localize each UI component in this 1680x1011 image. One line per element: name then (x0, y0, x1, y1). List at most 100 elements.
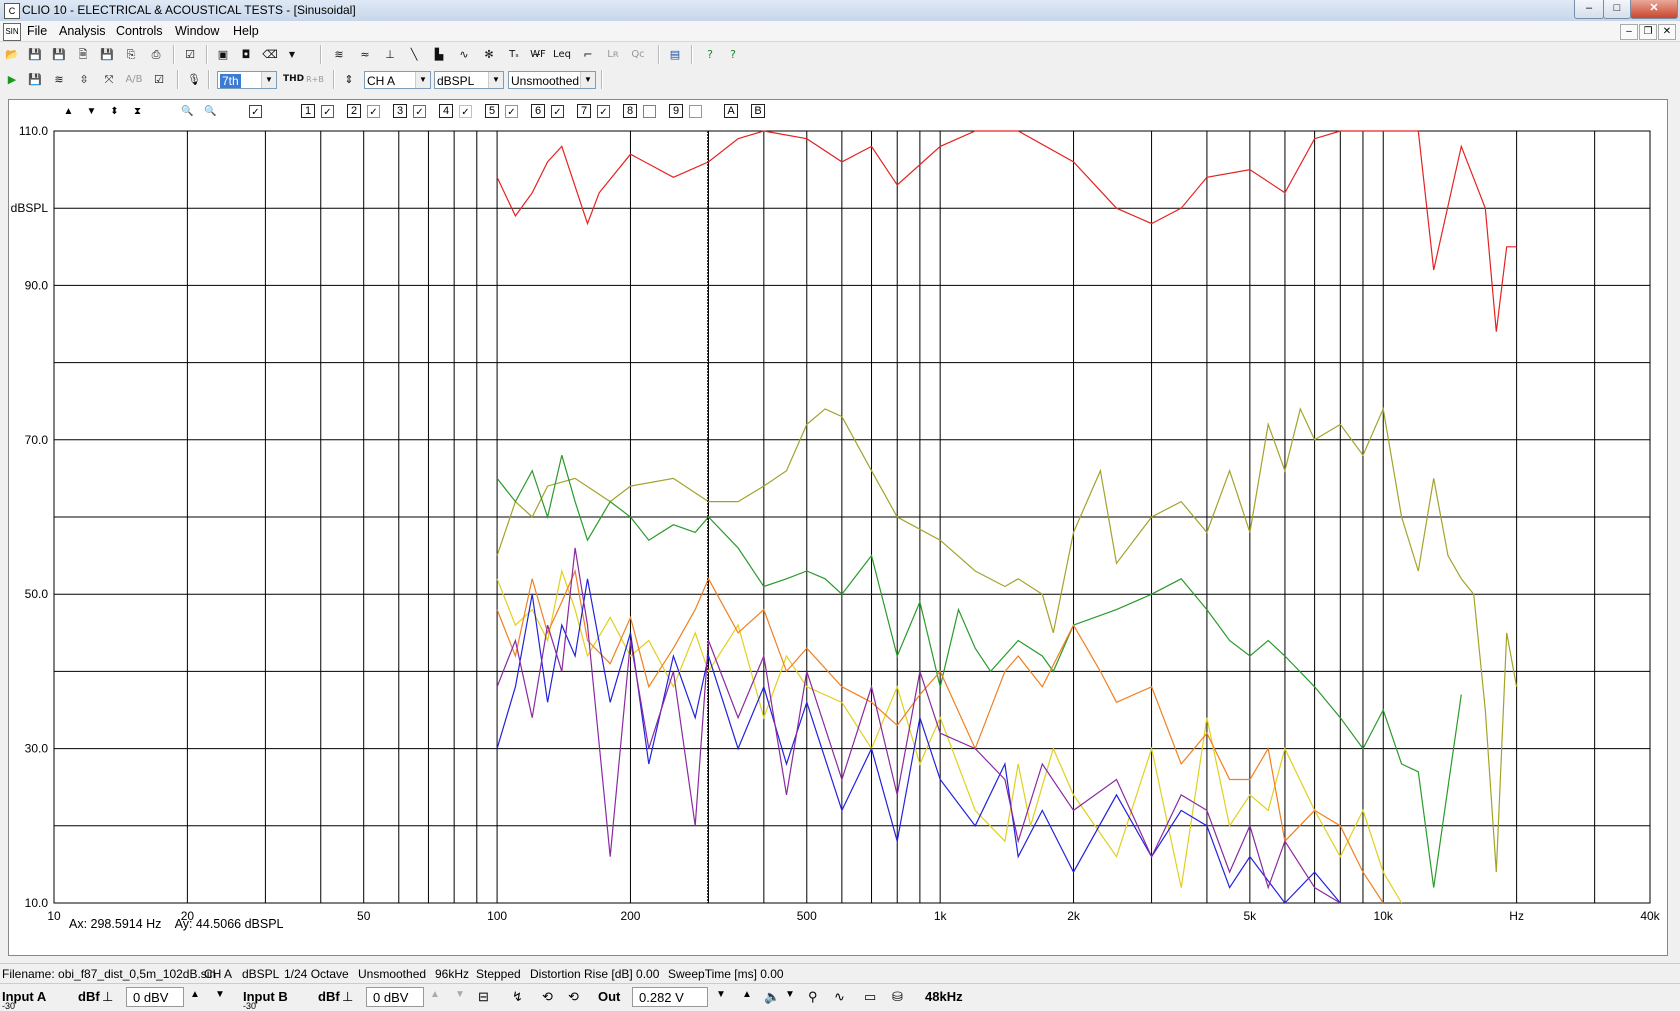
input-a-up-icon[interactable]: ▲ (190, 989, 200, 1000)
multimeter-icon[interactable]: ▤ (666, 46, 684, 63)
help-icon[interactable]: ? (701, 46, 719, 63)
harmonic-select[interactable]: 7th ▼ (217, 71, 277, 89)
cursor-ax: Ax: 298.5914 Hz (69, 917, 162, 931)
rb-button[interactable]: R+B (306, 71, 324, 88)
speaker-icon[interactable]: 🔈 (764, 989, 780, 1005)
mdi-restore-icon[interactable]: ❐ (1639, 24, 1657, 40)
link-inputs-icon[interactable]: ⊟ (478, 989, 489, 1005)
camera-frame-icon[interactable]: ▣ (214, 46, 232, 63)
menu-file[interactable]: File (27, 24, 47, 38)
export-icon[interactable]: 💾 (98, 46, 116, 63)
chevron-down-icon: ▼ (261, 72, 276, 88)
rt60-icon[interactable]: ⌐ (579, 46, 597, 63)
smoothing-select[interactable]: Unsmoothed ▼ (508, 71, 596, 89)
eraser-dropdown-icon[interactable]: ▼ (283, 46, 301, 63)
wow-flutter-icon[interactable]: ✻ (480, 46, 498, 63)
play-icon[interactable]: ▶ (3, 71, 21, 88)
lr-icon[interactable]: Lʀ (604, 46, 622, 63)
generator-icon[interactable]: ⚲ (808, 989, 818, 1005)
x-tick-label: 200 (620, 909, 640, 923)
save-all-icon[interactable]: 🗎 (74, 46, 92, 63)
settings-arrows-icon[interactable]: ⤧ (100, 71, 118, 88)
context-help-icon[interactable]: ? (724, 46, 742, 63)
menu-help[interactable]: Help (233, 24, 259, 38)
sinusoidal-doc-icon[interactable]: SIN (3, 23, 21, 41)
ts-icon[interactable]: Tₛ (505, 46, 523, 63)
input-a-value[interactable]: 0 dBV (126, 987, 184, 1007)
input-b-down-icon[interactable]: ▼ (455, 989, 465, 1000)
input-b-value[interactable]: 0 dBV (366, 987, 424, 1007)
input-a-mode-icon[interactable]: ⊥ (102, 989, 113, 1005)
histogram-icon[interactable]: ▙ (430, 46, 448, 63)
open-folder-icon[interactable]: 📂 (3, 46, 21, 63)
y-tick-label: 90.0 (25, 278, 49, 292)
microphone-icon[interactable]: 🎙 (185, 71, 203, 88)
signal-icon[interactable]: ∿ (834, 989, 845, 1005)
loop-icon[interactable]: ≋ (50, 71, 68, 88)
record-icon[interactable]: ▭ (864, 989, 876, 1005)
harmonic-value: 7th (220, 74, 241, 88)
close-button[interactable]: ✕ (1630, 0, 1678, 19)
impulse-icon[interactable]: ⊥ (381, 46, 399, 63)
sample-rate[interactable]: 48kHz (925, 989, 963, 1004)
disk-icon[interactable]: ⛁ (892, 989, 903, 1005)
minimize-button[interactable]: ‒ (1574, 0, 1604, 19)
frequency-response-chart[interactable]: 110.0dBSPL90.070.050.030.010.0 10 20 50 100… (9, 100, 1667, 955)
mdi-close-icon[interactable]: ✕ (1658, 24, 1676, 40)
status-channel: CH A (204, 967, 233, 981)
camera-icon[interactable]: ◘ (237, 46, 255, 63)
mdi-minimize-icon[interactable]: ‒ (1620, 24, 1638, 40)
loop-b-icon[interactable]: ⟲ (568, 989, 579, 1005)
clio-app-icon[interactable]: C (4, 3, 20, 19)
loop-a-icon[interactable]: ⟲ (542, 989, 553, 1005)
input-a-unit: dBf (78, 989, 100, 1004)
unit-select[interactable]: dBSPL ▼ (434, 71, 504, 89)
eraser-icon[interactable]: ⌫ (261, 46, 279, 63)
sine-icon[interactable]: ∿ (455, 46, 473, 63)
wf-icon[interactable]: W̶F (529, 46, 547, 63)
x-tick-label: 10 (47, 909, 61, 923)
check-icon[interactable]: ☑ (150, 71, 168, 88)
split-icon[interactable]: ⇕ (340, 71, 358, 88)
ab-icon[interactable]: A/B (125, 71, 143, 88)
fft-icon[interactable]: ≋ (330, 46, 348, 63)
thd-button[interactable]: THD (283, 71, 304, 88)
x-tick-labels: 10 20 50 100 200 500 1k 2k 5k 10k Hz 40k (47, 909, 1660, 923)
channel-select[interactable]: CH A ▼ (364, 71, 431, 89)
chevron-down-icon: ▼ (415, 72, 430, 88)
cursor-ay: Ay: 44.5066 dBSPL (174, 917, 284, 931)
unit-value: dBSPL (437, 74, 475, 88)
qc-icon[interactable]: Qc (629, 46, 647, 63)
step-response-icon[interactable]: ╲ (405, 46, 423, 63)
waterfall-icon[interactable]: ≈ (356, 46, 374, 63)
save-icon[interactable]: 💾 (26, 46, 44, 63)
input-b-mode-icon[interactable]: ⊥ (342, 989, 353, 1005)
autoscale-icon[interactable]: ⇳ (75, 71, 93, 88)
leq-icon[interactable]: Leq (553, 46, 571, 63)
y-tick-label: 110.0 (19, 124, 48, 138)
menu-controls[interactable]: Controls (116, 24, 163, 38)
speaker-dropdown-icon[interactable]: ▼ (785, 989, 795, 1000)
x-tick-label: Hz (1509, 909, 1524, 923)
menu-analysis[interactable]: Analysis (59, 24, 106, 38)
out-value[interactable]: 0.282 V (632, 987, 708, 1007)
out-down-icon[interactable]: ▼ (716, 989, 726, 1000)
menu-window[interactable]: Window (175, 24, 219, 38)
copy-icon[interactable]: ⎘ (122, 46, 140, 63)
go-save-icon[interactable]: 💾 (26, 71, 44, 88)
cursor-readout: Ax: 298.5914 Hz Ay: 44.5066 dBSPL (69, 917, 284, 931)
phantom-icon[interactable]: ↯ (512, 989, 523, 1005)
input-b-up-icon[interactable]: ▲ (430, 989, 440, 1000)
y-tick-label: dBSPL (11, 201, 49, 215)
status-rate: 96kHz (435, 967, 470, 981)
smoothing-value: Unsmoothed (511, 74, 580, 88)
checklist-icon[interactable]: ☑ (181, 46, 199, 63)
out-up-icon[interactable]: ▲ (742, 989, 752, 1000)
save-as-icon[interactable]: 💾 (50, 46, 68, 63)
status-filename: Filename: obi_f87_dist_0,5m_102dB.sin (2, 967, 217, 981)
print-icon[interactable]: ⎙ (147, 46, 165, 63)
maximize-button[interactable]: □ (1603, 0, 1631, 19)
input-a-down-icon[interactable]: ▼ (215, 989, 225, 1000)
status-sweep: SweepTime [ms] 0.00 (668, 967, 784, 981)
x-tick-label: 100 (487, 909, 507, 923)
